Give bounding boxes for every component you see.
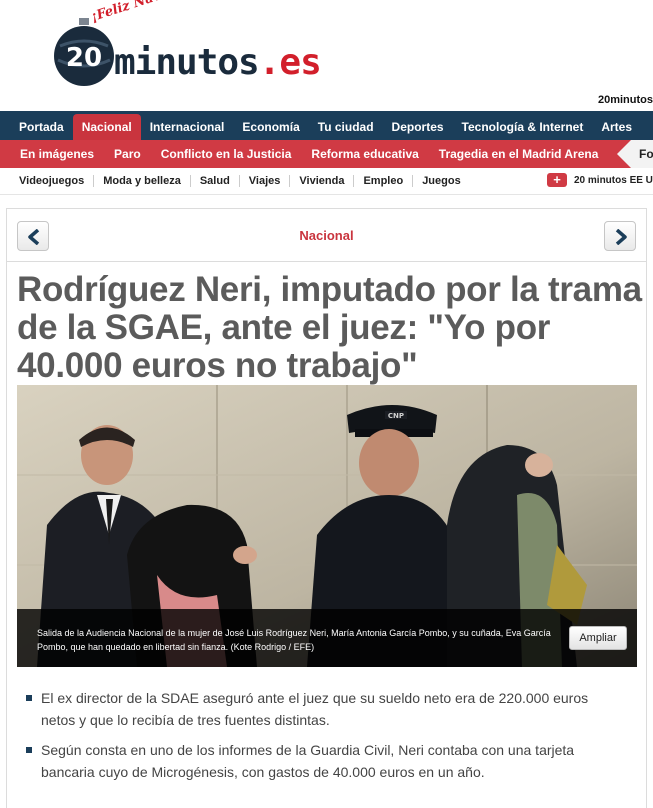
- sub-nav-item-reforma[interactable]: Reforma educativa: [301, 140, 428, 168]
- article-headline: Rodríguez Neri, imputado por la trama de…: [17, 270, 642, 385]
- site-header: 20 ¡Feliz Navidad! minutos.es 20minutos: [0, 0, 653, 110]
- next-article-button[interactable]: [604, 221, 636, 251]
- list-item: El ex director de la SDAE aseguró ante e…: [25, 687, 625, 731]
- nav-item-deportes[interactable]: Deportes: [383, 114, 453, 140]
- promo-link[interactable]: + 20 minutos EE U: [547, 173, 653, 187]
- section-bar: Nacional: [7, 209, 646, 262]
- article-summary-list: El ex director de la SDAE aseguró ante e…: [25, 687, 625, 791]
- sub-nav-item-en-imagenes[interactable]: En imágenes: [10, 140, 104, 168]
- promo-label: 20 minutos EE U: [574, 174, 653, 186]
- nav-item-economia[interactable]: Economía: [233, 114, 308, 140]
- christmas-ornament-icon: 20: [54, 18, 114, 86]
- third-nav-item-videojuegos[interactable]: Videojuegos: [10, 175, 95, 187]
- third-nav-item-empleo[interactable]: Empleo: [354, 175, 414, 187]
- nav-item-artes[interactable]: Artes: [592, 114, 641, 140]
- third-nav-item-juegos[interactable]: Juegos: [413, 175, 470, 187]
- brand-suffix: .es: [258, 42, 322, 83]
- brand-main: minutos: [114, 42, 260, 83]
- nav-item-tecnologia[interactable]: Tecnología & Internet: [453, 114, 593, 140]
- ampliar-button[interactable]: Ampliar: [569, 626, 627, 650]
- third-nav-item-moda[interactable]: Moda y belleza: [94, 175, 191, 187]
- main-nav: Portada Nacional Internacional Economía …: [0, 111, 653, 140]
- nav-item-portada[interactable]: Portada: [10, 114, 73, 140]
- section-title[interactable]: Nacional: [7, 228, 646, 243]
- sub-nav-item-tragedia[interactable]: Tragedia en el Madrid Arena: [429, 140, 609, 168]
- photo-caption: Salida de la Audiencia Nacional de la mu…: [37, 628, 551, 652]
- third-nav-item-salud[interactable]: Salud: [191, 175, 240, 187]
- sub-nav: En imágenes Paro Conflicto en la Justici…: [0, 140, 653, 168]
- site-logo[interactable]: 20 ¡Feliz Navidad! minutos.es: [28, 0, 358, 96]
- photo-caption-bar: Salida de la Audiencia Nacional de la mu…: [17, 609, 637, 667]
- plus-icon: +: [547, 173, 567, 187]
- sub-nav-item-conflicto[interactable]: Conflicto en la Justicia: [151, 140, 302, 168]
- site-link[interactable]: 20minutos: [598, 94, 653, 106]
- sub-nav-item-paro[interactable]: Paro: [104, 140, 151, 168]
- nav-item-nacional[interactable]: Nacional: [72, 114, 141, 140]
- chevron-right-icon: [615, 229, 627, 245]
- third-nav-item-vivienda[interactable]: Vivienda: [290, 175, 355, 187]
- list-item: Según consta en uno de los informes de l…: [25, 739, 625, 783]
- sub-nav-overflow-label: Fo: [639, 147, 653, 161]
- nav-item-internacional[interactable]: Internacional: [141, 114, 234, 140]
- brand-number: 20: [66, 43, 102, 73]
- sub-nav-overflow-tab[interactable]: Fo: [617, 140, 653, 168]
- officer-badge: CNP: [388, 412, 404, 420]
- article-photo[interactable]: CNP Salida de la Audiencia Nacional de l…: [17, 385, 637, 667]
- nav-item-tu-ciudad[interactable]: Tu ciudad: [309, 114, 383, 140]
- brand-name: minutos.es: [114, 42, 322, 83]
- article-card: Nacional Rodríguez Neri, imputado por la…: [6, 208, 647, 808]
- third-nav-item-viajes[interactable]: Viajes: [240, 175, 291, 187]
- third-nav: Videojuegos Moda y belleza Salud Viajes …: [0, 168, 653, 195]
